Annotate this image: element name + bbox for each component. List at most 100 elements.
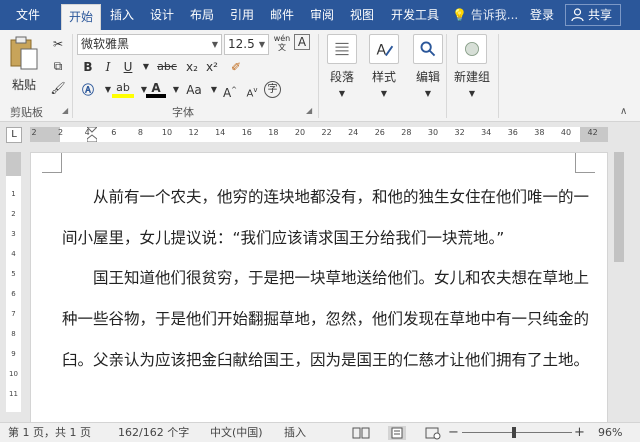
ruler-tick-label: 32	[454, 128, 465, 137]
tab-mailings[interactable]: 邮件	[264, 0, 300, 30]
grow-font-button[interactable]: A^	[220, 80, 240, 100]
lightbulb-icon: 💡	[452, 8, 467, 22]
user-icon	[571, 8, 584, 22]
chevron-down-icon[interactable]: ▼	[136, 57, 156, 77]
tab-home[interactable]: 开始	[61, 4, 101, 30]
clear-format-button[interactable]: A	[294, 34, 310, 50]
ruler-tick-label: 8	[137, 128, 143, 137]
vertical-scrollbar[interactable]	[610, 152, 628, 422]
clipboard-launcher-icon[interactable]: ◢	[62, 106, 68, 115]
ruler-tick-label: 18	[268, 128, 279, 137]
vertical-ruler-tick-label: 9	[11, 350, 16, 358]
language-indicator[interactable]: 中文(中国)	[210, 423, 263, 442]
copy-icon[interactable]: ⧉	[48, 56, 68, 76]
tab-developer[interactable]: 开发工具	[386, 0, 444, 30]
zoom-in-button[interactable]: +	[574, 423, 585, 442]
bold-button[interactable]: B	[78, 57, 98, 77]
read-mode-icon[interactable]	[352, 426, 370, 440]
ruler-tick-label: 24	[348, 128, 359, 137]
horizontal-ruler[interactable]: 2 2 4 6 8 10 12 14 16 18 20 22 24 26 28 30 32 34 36 38 40 42	[30, 127, 608, 142]
share-button[interactable]: 共享	[565, 4, 621, 26]
tab-design[interactable]: 设计	[144, 0, 180, 30]
vertical-ruler-tick-label: 10	[9, 370, 18, 378]
page-count[interactable]: 第 1 页，共 1 页	[8, 423, 91, 442]
ruler-tick-label: 4	[84, 128, 90, 137]
tab-view[interactable]: 视图	[344, 0, 380, 30]
chevron-down-icon: ▼	[211, 40, 218, 49]
cut-icon[interactable]: ✂	[48, 34, 68, 54]
paragraph-2[interactable]: 国王知道他们很贫穷，于是把一块草地送给他们。女儿和农夫想在草地上种一些谷物，于是…	[62, 258, 590, 380]
word-count[interactable]: 162/162 个字	[118, 423, 189, 442]
tab-insert[interactable]: 插入	[104, 0, 140, 30]
change-case-button[interactable]: Aa	[182, 80, 206, 100]
strikethrough-button[interactable]: abc	[154, 57, 180, 77]
svg-text:A: A	[377, 43, 387, 59]
phonetic-guide-button[interactable]: wén 文	[272, 34, 292, 54]
vertical-ruler-tick-label: 6	[11, 290, 16, 298]
ruler-tick-label: 10	[161, 128, 173, 137]
ruler-tick-label: 6	[111, 128, 117, 137]
text-effects-icon[interactable]: Ⓐ	[78, 80, 98, 100]
tab-references[interactable]: 引用	[224, 0, 260, 30]
ribbon-home: 粘贴 ✂ ⧉ 🖌 剪贴板 ◢ 微软雅黑 ▼ 12.5 ▼ wén 文 A B I …	[0, 30, 640, 122]
format-painter-icon[interactable]: 🖌	[48, 78, 68, 98]
separator	[72, 34, 73, 118]
crop-mark	[575, 153, 595, 173]
styles-button[interactable]: A 样式 ▼	[362, 34, 406, 100]
horizontal-ruler-bar: L 2 2 4 6 8 10 12 14 16 18 20 22 24 26 28 30 32 34 36 38 40 4…	[0, 122, 640, 146]
print-layout-icon[interactable]	[388, 426, 406, 440]
zoom-slider-thumb[interactable]	[512, 427, 516, 438]
paragraph-button[interactable]: 段落 ▼	[320, 34, 364, 100]
zoom-level[interactable]: 96%	[598, 423, 622, 442]
italic-button[interactable]: I	[98, 57, 118, 77]
scroll-thumb[interactable]	[614, 152, 624, 262]
highlight-button[interactable]: ab	[112, 78, 134, 98]
font-size-combo[interactable]: 12.5 ▼	[224, 34, 269, 55]
vertical-ruler-tick-label: 3	[11, 230, 16, 238]
underline-button[interactable]: U	[118, 57, 138, 77]
zoom-out-button[interactable]: −	[448, 423, 459, 442]
tell-me-box[interactable]: 💡 告诉我...	[452, 0, 518, 30]
word-window: 文件 开始 插入 设计 布局 引用 邮件 审阅 视图 开发工具 💡 告诉我...…	[0, 0, 640, 442]
font-group-label: 字体	[172, 106, 194, 119]
document-page[interactable]: 从前有一个农夫，他穷的连块地都没有，和他的独生女住在他们唯一的一间小屋里，女儿提…	[30, 152, 608, 422]
ruler-tick-label: 14	[215, 128, 226, 137]
vertical-ruler-tick-label: 11	[9, 390, 18, 398]
ruler-tick-label: 22	[321, 128, 332, 137]
font-color-button[interactable]: A	[146, 78, 166, 98]
vertical-ruler-tick-label: 5	[11, 270, 16, 278]
enclose-characters-button[interactable]: 字	[264, 81, 281, 98]
text-effect-eraser-icon[interactable]: ✐	[226, 57, 246, 77]
web-layout-icon[interactable]	[424, 426, 442, 440]
styles-label: 样式	[371, 70, 396, 84]
clipboard-group-label: 剪贴板	[10, 106, 43, 119]
tell-me-text: 告诉我...	[470, 8, 519, 22]
search-icon	[413, 34, 443, 64]
vertical-ruler[interactable]: 1 2 3 4 5 6 7 8 9 10 11	[6, 152, 21, 412]
insert-mode-indicator[interactable]: 插入	[284, 423, 306, 442]
superscript-button[interactable]: x²	[202, 57, 222, 77]
paragraph-1[interactable]: 从前有一个农夫，他穷的连块地都没有，和他的独生女住在他们唯一的一间小屋里，女儿提…	[62, 177, 590, 258]
zoom-slider-track[interactable]	[462, 432, 572, 433]
new-group-icon	[457, 34, 487, 64]
font-name-combo[interactable]: 微软雅黑 ▼	[77, 34, 222, 55]
paste-icon[interactable]	[8, 36, 40, 72]
editing-button[interactable]: 编辑 ▼	[406, 34, 450, 100]
font-launcher-icon[interactable]: ◢	[306, 106, 312, 115]
tab-file[interactable]: 文件	[8, 0, 48, 30]
login-link[interactable]: 登录	[530, 0, 554, 30]
new-group-button[interactable]: 新建组 ▼	[450, 34, 494, 100]
subscript-button[interactable]: x₂	[182, 57, 202, 77]
ruler-tick-label: 34	[481, 128, 492, 137]
tab-layout[interactable]: 布局	[184, 0, 220, 30]
tab-selector[interactable]: L	[6, 127, 22, 143]
tab-review[interactable]: 审阅	[304, 0, 340, 30]
vertical-ruler-tick-label: 8	[11, 330, 16, 338]
shrink-font-button[interactable]: Av	[242, 80, 262, 100]
paste-button[interactable]: 粘贴	[12, 76, 36, 93]
separator	[498, 34, 499, 118]
document-body[interactable]: 从前有一个农夫，他穷的连块地都没有，和他的独生女住在他们唯一的一间小屋里，女儿提…	[62, 177, 590, 381]
collapse-ribbon-icon[interactable]: ∧	[620, 106, 627, 117]
separator	[446, 34, 447, 118]
editing-label: 编辑	[415, 70, 440, 84]
